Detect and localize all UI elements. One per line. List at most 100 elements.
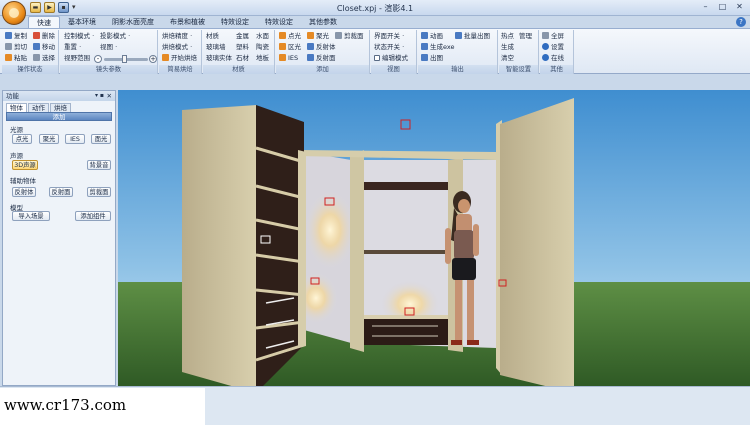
tab-scenery-vegetation[interactable]: 布景和植被	[162, 16, 213, 28]
reflector-icon	[307, 43, 314, 50]
generate-button[interactable]: 生成	[501, 42, 514, 53]
settings-button[interactable]: 设置	[542, 42, 564, 53]
water-button[interactable]: 水面	[256, 31, 269, 42]
manage-button[interactable]: 管理	[519, 31, 532, 42]
clear-button[interactable]: 清空	[501, 53, 514, 64]
delete-button[interactable]: 删除	[33, 31, 55, 42]
ceramic-button[interactable]: 陶瓷	[256, 42, 269, 53]
image-icon	[421, 54, 428, 61]
ies-button[interactable]: IES	[279, 53, 298, 64]
tab-effects-1[interactable]: 特效设定	[213, 16, 257, 28]
reflect-plane-button[interactable]: 反射面	[307, 53, 336, 64]
panel-ies-button[interactable]: IES	[65, 134, 85, 144]
scissors-icon	[5, 43, 12, 50]
pin-icon[interactable]: ▾ ▪	[95, 91, 104, 101]
tab-bake[interactable]: 烘焙	[50, 103, 71, 112]
stone-button[interactable]: 石材	[236, 53, 249, 64]
group-other: 全屏 设置 在线 其他	[540, 30, 574, 74]
maximize-button[interactable]: □	[715, 1, 730, 13]
tab-other-params[interactable]: 其他参数	[301, 16, 345, 28]
aux-objects-label: 辅助物体	[10, 177, 36, 185]
app-menu-orb-icon[interactable]	[2, 1, 26, 25]
cut-button[interactable]: 剪切	[5, 42, 27, 53]
center-shelf	[356, 182, 450, 190]
fullscreen-icon	[542, 32, 549, 39]
area-light-icon	[279, 43, 286, 50]
checkbox-icon[interactable]	[374, 55, 380, 61]
tab-actions[interactable]: 动作	[28, 103, 49, 112]
online-button[interactable]: 在线	[542, 53, 564, 64]
group-caption-smart: 智能设置	[499, 65, 538, 74]
panel-reflector-button[interactable]: 反射体	[12, 187, 36, 197]
panel-clip-plane-button[interactable]: 剪裁面	[87, 187, 111, 197]
import-scene-button[interactable]: 导入场景	[12, 211, 50, 221]
bake-precision-dropdown[interactable]: 烘焙精度 ·	[162, 31, 192, 42]
clip-plane-button[interactable]: 剪裁面	[335, 31, 364, 42]
render-out-button[interactable]: 出图	[421, 53, 443, 64]
panel-point-light-button[interactable]: 点光	[12, 134, 32, 144]
view-range-label: 视野范围	[64, 54, 90, 62]
group-caption-bake: 简易烘焙	[159, 65, 201, 74]
panel-reflect-plane-button[interactable]: 反射面	[49, 187, 73, 197]
copy-icon	[5, 32, 12, 39]
material-button[interactable]: 材质	[206, 31, 219, 42]
view-dropdown[interactable]: 视图 ·	[100, 42, 117, 53]
edit-mode-checkbox[interactable]: 编辑模式	[374, 53, 408, 64]
start-bake-button[interactable]: 开始烘焙	[162, 53, 197, 64]
glass-solid-button[interactable]: 玻璃实体	[206, 53, 232, 64]
panel-spot-light-button[interactable]: 聚光	[39, 134, 59, 144]
ui-switch-dropdown[interactable]: 界面开关 ·	[374, 31, 404, 42]
reset-dropdown[interactable]: 重置 ·	[64, 42, 81, 53]
bake-mode-dropdown[interactable]: 烘焙模式 ·	[162, 42, 192, 53]
group-caption-camera: 镜头参数	[60, 65, 157, 74]
move-button[interactable]: 移动	[33, 42, 55, 53]
select-button[interactable]: 选择	[33, 53, 55, 64]
hotspot-button[interactable]: 热点	[501, 31, 514, 42]
zoom-out-button[interactable]: -	[94, 55, 102, 63]
tab-effects-2[interactable]: 特效设定	[257, 16, 301, 28]
ies-icon	[279, 54, 286, 61]
plastic-button[interactable]: 塑料	[236, 42, 249, 53]
wall-light-glow	[304, 190, 356, 270]
tab-shadow-water-brightness[interactable]: 阴影水面亮度	[104, 16, 162, 28]
delete-icon	[33, 32, 40, 39]
fullscreen-button[interactable]: 全屏	[542, 31, 564, 42]
group-ops: 复制 删除 剪切 移动 粘贴 选择 操作状态	[2, 30, 59, 74]
projection-mode-dropdown[interactable]: 投影模式 ·	[100, 31, 130, 42]
group-bake: 烘焙精度 · 烘焙模式 · 开始烘焙 简易烘焙	[159, 30, 202, 74]
group-output: 动画 批量出图 生成exe 出图 输出	[418, 30, 498, 74]
tab-basic-environment[interactable]: 基本环境	[60, 16, 104, 28]
3d-viewport[interactable]	[118, 90, 750, 386]
panel-close-icon[interactable]: ✕	[107, 91, 112, 101]
clip-plane-icon	[335, 32, 342, 39]
help-icon[interactable]: ?	[736, 17, 746, 27]
view-range-slider[interactable]	[104, 55, 148, 63]
slider-knob[interactable]	[122, 55, 127, 63]
reflector-button[interactable]: 反射体	[307, 42, 336, 53]
close-button[interactable]: ✕	[732, 1, 747, 13]
batch-output-button[interactable]: 批量出图	[455, 31, 490, 42]
control-mode-dropdown[interactable]: 控制模式 ·	[64, 31, 94, 42]
area-light-button[interactable]: 区光	[279, 42, 301, 53]
metal-button[interactable]: 金属	[236, 31, 249, 42]
glass-wall-button[interactable]: 玻璃墙	[206, 42, 226, 53]
tab-objects[interactable]: 物体	[6, 103, 27, 112]
animation-button[interactable]: 动画	[421, 31, 443, 42]
sound-3d-button[interactable]: 3D声源	[12, 160, 38, 170]
generate-exe-button[interactable]: 生成exe	[421, 42, 455, 53]
paste-icon	[5, 54, 12, 61]
add-component-button[interactable]: 添加组件	[75, 211, 111, 221]
background-sound-button[interactable]: 背景音	[87, 160, 111, 170]
paste-button[interactable]: 粘贴	[5, 53, 27, 64]
state-switch-dropdown[interactable]: 状态开关 ·	[374, 42, 404, 53]
tab-quick[interactable]: 快速	[28, 16, 60, 28]
copy-button[interactable]: 复制	[5, 31, 27, 42]
spot-light-button[interactable]: 聚光	[307, 31, 329, 42]
floor-button[interactable]: 地板	[256, 53, 269, 64]
watermark: www.cr173.com	[0, 388, 205, 425]
minimize-button[interactable]: –	[698, 1, 713, 13]
panel-area-light-button[interactable]: 面光	[91, 134, 111, 144]
group-material: 材质 金属 水面 玻璃墙 塑料 陶瓷 玻璃实体 石材 地板 材质	[203, 30, 275, 74]
point-light-button[interactable]: 点光	[279, 31, 301, 42]
zoom-in-button[interactable]: +	[149, 55, 157, 63]
